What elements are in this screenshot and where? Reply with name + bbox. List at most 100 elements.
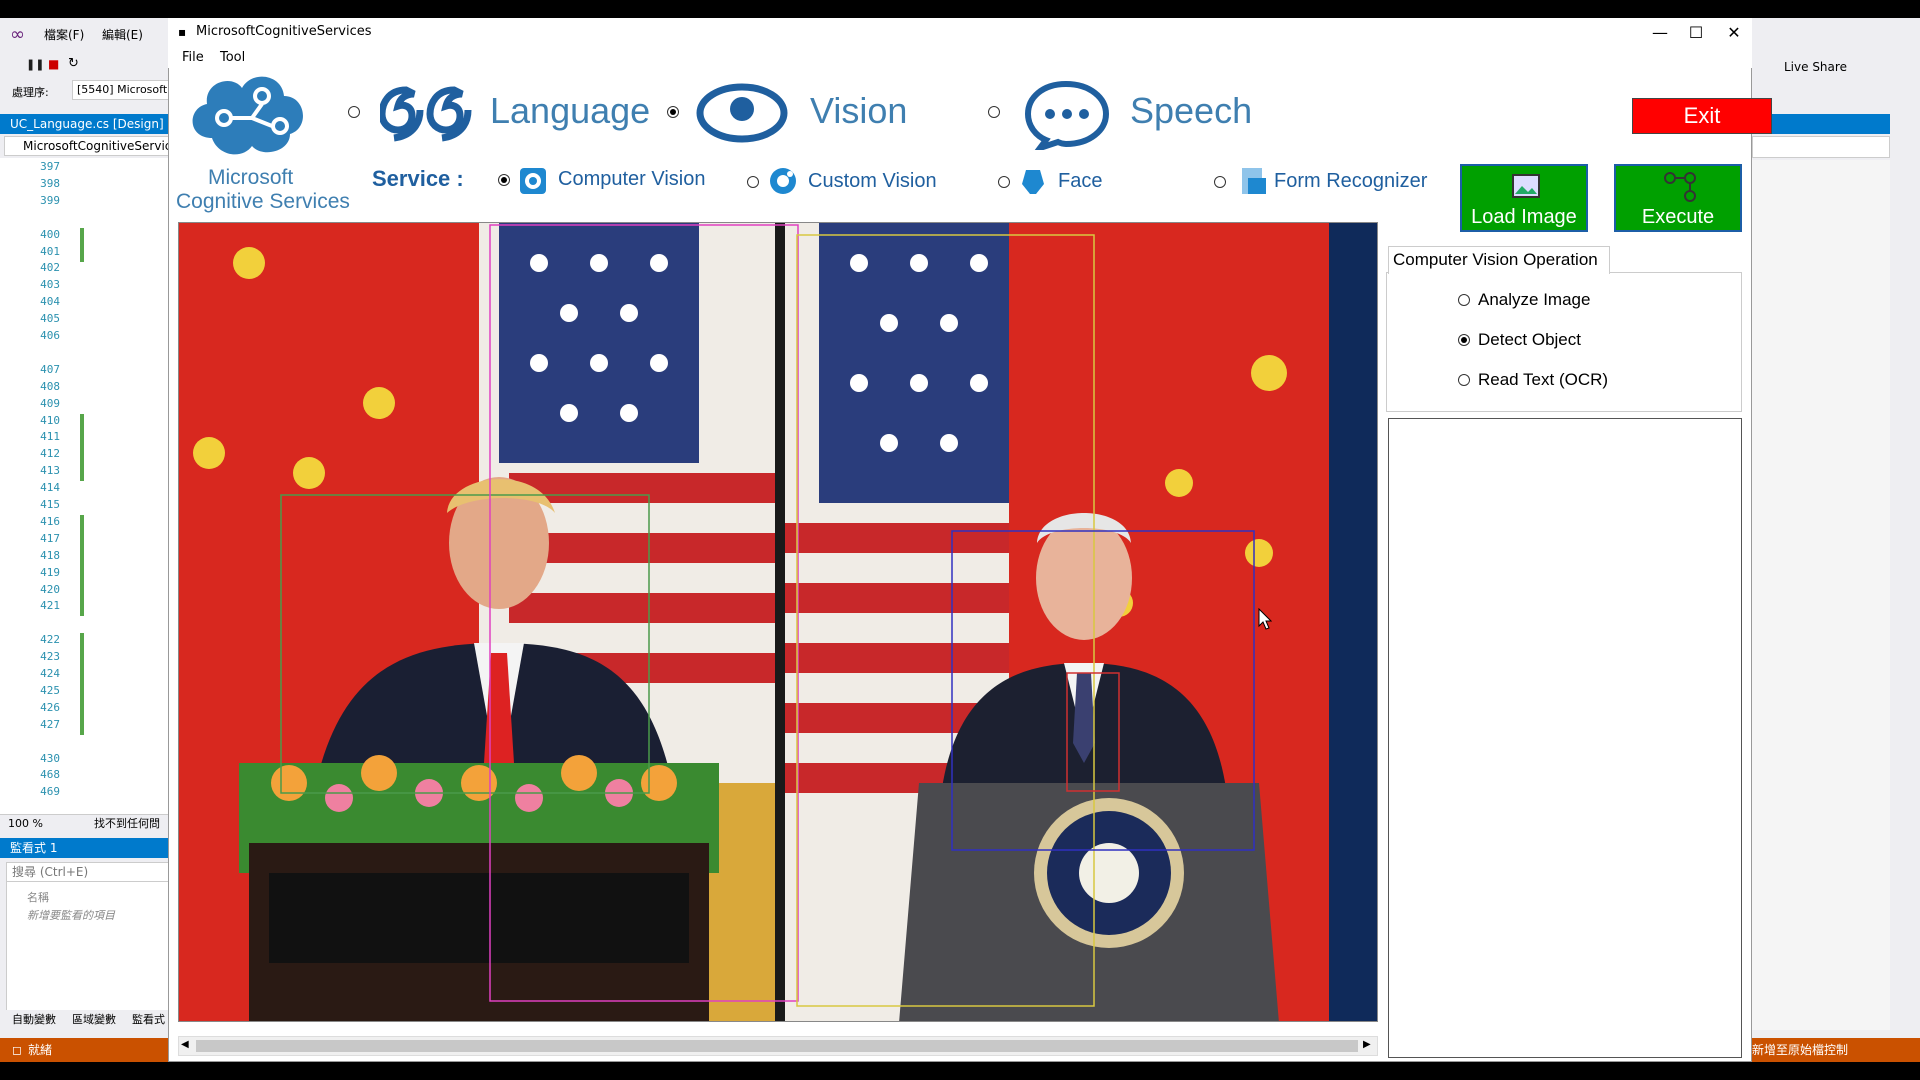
custom-vision-icon [770,168,796,194]
vs-zoom-status: 找不到任何問 [94,817,160,830]
mouse-cursor-icon [1258,608,1272,630]
exit-button[interactable]: Exit [1632,98,1772,134]
vs-watch-title: 監看式 1 [0,838,170,858]
change-marker [80,514,84,532]
category-vision[interactable]: Vision [810,90,907,132]
vs-process-combo[interactable]: [5540] Microsoft [72,80,170,100]
line-number: 403 [40,278,60,292]
change-marker [80,447,84,465]
line-number: 400 [40,227,60,241]
image-icon [1512,174,1540,198]
face-icon [1022,170,1044,194]
vs-menu-file[interactable]: 檔案(F) [44,26,84,43]
vs-watch-panel: 名稱 新增要監看的項目 [6,862,170,1012]
analyze-image-radio[interactable] [1458,294,1470,306]
result-output-box[interactable] [1388,418,1742,1058]
stop-icon[interactable]: ■ [48,57,59,71]
line-number: 416 [40,514,60,528]
service-form-recognizer[interactable]: Form Recognizer [1274,170,1427,193]
line-number: 412 [40,447,60,461]
vs-status-text: 就緒 [28,1043,53,1057]
scrollbar-thumb[interactable] [196,1040,1358,1052]
vs-document-tab[interactable]: UC_Language.cs [Design] [0,114,170,134]
logo-line1: Microsoft [208,166,294,189]
change-marker [80,582,84,600]
change-marker [80,464,84,482]
vs-watch-search[interactable]: 搜尋 (Ctrl+E) [6,862,170,882]
category-speech[interactable]: Speech [1130,90,1252,132]
read-text-radio[interactable] [1458,374,1470,386]
service-label: Service : [372,166,464,191]
service-custom-vision[interactable]: Custom Vision [808,170,937,193]
vs-menu-edit[interactable]: 編輯(E) [102,26,143,43]
operation-read-text[interactable]: Read Text (OCR) [1478,370,1608,390]
vs-tab-autos[interactable]: 自動變數 [12,1010,56,1030]
language-radio[interactable] [348,106,360,118]
operation-analyze-image[interactable]: Analyze Image [1478,290,1590,310]
speech-radio[interactable] [988,106,1000,118]
line-number: 404 [40,295,60,309]
line-number: 421 [40,599,60,613]
line-number: 419 [40,565,60,579]
menu-file[interactable]: File [182,48,204,68]
menu-bar [168,48,1752,68]
minimize-button[interactable]: — [1642,18,1678,48]
service-face[interactable]: Face [1058,170,1102,193]
line-number: 418 [40,548,60,562]
custom-vision-radio[interactable] [747,176,759,188]
service-computer-vision[interactable]: Computer Vision [558,168,705,191]
eye-icon [696,83,788,143]
vs-right-combo[interactable] [1752,136,1890,158]
image-viewer[interactable] [178,222,1378,1022]
form-recognizer-radio[interactable] [1214,176,1226,188]
vision-radio[interactable] [667,106,679,118]
line-number: 402 [40,261,60,275]
line-number: 407 [40,362,60,376]
computer-vision-radio[interactable] [498,174,510,186]
restart-icon[interactable]: ↻ [68,56,79,71]
vs-watch-name-col: 名稱 [27,891,49,904]
pause-icon[interactable]: ❚❚ [26,58,44,71]
scroll-left-icon[interactable]: ◀ [181,1039,189,1050]
load-image-button[interactable]: Load Image [1460,164,1588,232]
line-number: 426 [40,700,60,714]
detect-object-radio[interactable] [1458,334,1470,346]
change-marker [80,227,84,245]
execute-button[interactable]: Execute [1614,164,1742,232]
category-language[interactable]: Language [490,90,650,132]
vs-process-label: 處理序: [12,86,49,99]
face-radio[interactable] [998,176,1010,188]
line-number: 415 [40,498,60,511]
maximize-button[interactable]: ☐ [1678,18,1714,48]
vs-tab-watch[interactable]: 監看式 [132,1010,165,1030]
vs-live-share[interactable]: Live Share [1784,60,1847,74]
vs-member-combo[interactable]: MicrosoftCognitiveServic [4,136,171,156]
vs-code-editor: 397 398 399 400 401 402 403 404 405 406 407 408 409 4… [0,158,170,814]
vs-source-control[interactable]: 新增至原始檔控制 [1752,1038,1848,1062]
window-title-bar: ▪ [168,18,1752,48]
line-number: 468 [40,768,60,782]
vs-watch-add[interactable]: 新增要監看的項目 [27,907,115,923]
change-marker [80,599,84,617]
line-number: 425 [40,683,60,697]
scroll-right-icon[interactable]: ▶ [1363,1039,1371,1050]
line-number: 469 [40,785,60,799]
line-number: 401 [40,244,60,258]
vs-side-tabs[interactable] [1890,110,1920,230]
change-marker [80,700,84,718]
operation-detect-object[interactable]: Detect Object [1478,330,1581,350]
vs-zoom-bar: 100 % 找不到任何問 [0,814,170,832]
line-number: 422 [40,633,60,647]
line-number: 411 [40,430,60,444]
line-number: 410 [40,413,60,427]
vs-right-panel [1752,160,1890,1030]
line-number: 398 [40,176,60,190]
vs-tab-locals[interactable]: 區域變數 [72,1010,116,1030]
menu-tool[interactable]: Tool [220,48,245,68]
change-marker [80,531,84,549]
close-button[interactable]: ✕ [1716,18,1752,48]
change-marker [80,650,84,668]
vs-zoom-value[interactable]: 100 % [8,817,43,830]
line-number: 420 [40,582,60,596]
change-marker [80,244,84,262]
